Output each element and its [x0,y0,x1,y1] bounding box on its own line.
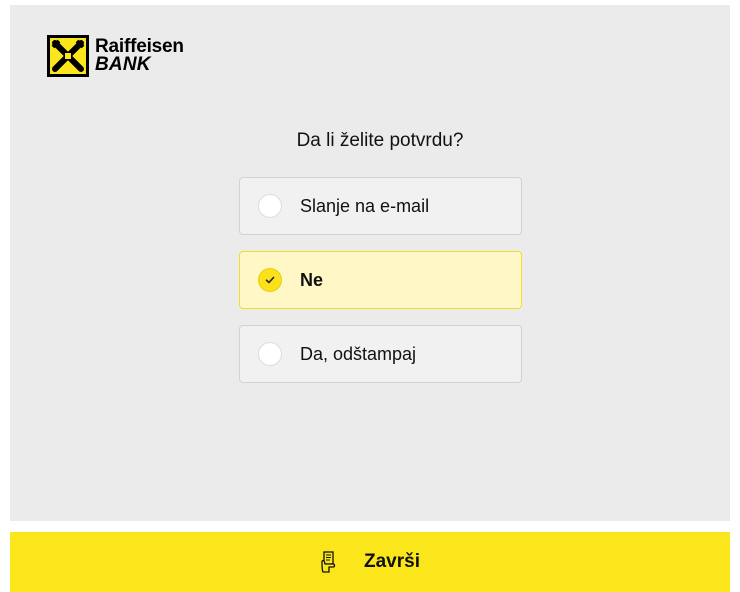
receipt-hand-icon [321,551,336,573]
confirmation-screen: Raiffeisen BANK Da li želite potvrdu? Sl… [0,0,740,592]
option-print[interactable]: Da, odštampaj [239,325,522,383]
option-no[interactable]: Ne [239,251,522,309]
radio-unselected-icon[interactable] [258,342,282,366]
finish-label: Završi [364,551,420,572]
option-email[interactable]: Slanje na e-mail [239,177,522,235]
options-list: Slanje na e-mail Ne Da, odštampaj [239,177,522,399]
check-icon [265,276,275,284]
radio-unselected-icon[interactable] [258,194,282,218]
raiffeisen-logo: Raiffeisen BANK [47,35,184,77]
option-label: Ne [300,269,324,290]
question-title: Da li želite potvrdu? [296,130,464,151]
option-label: Slanje na e-mail [300,195,430,216]
finish-button[interactable]: Završi [10,532,730,592]
logo-text: Raiffeisen BANK [95,37,184,75]
option-label: Da, odštampaj [300,343,417,364]
radio-selected-icon[interactable] [258,268,282,292]
logo-sub: BANK [95,54,151,75]
raiffeisen-gable-cross-icon [47,35,89,77]
